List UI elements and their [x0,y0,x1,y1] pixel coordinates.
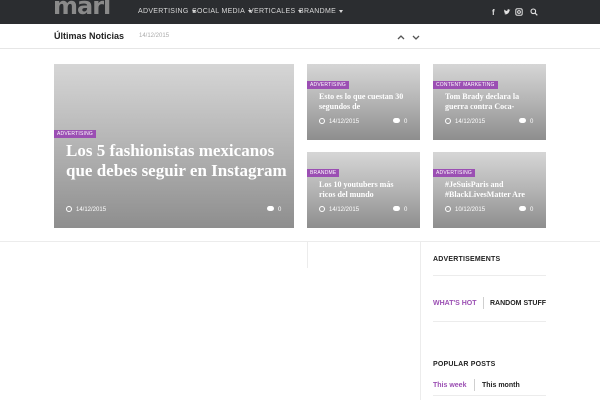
facebook-icon[interactable]: f [492,8,495,17]
clock-icon [319,206,325,212]
widget-divider [433,395,546,396]
post-card[interactable]: ADVERTISING #JeSuisParis and #BlackLives… [433,152,546,228]
comment-icon [393,206,400,211]
category-badge[interactable]: ADVERTISING [54,130,97,138]
instagram-icon[interactable] [515,8,523,18]
tab-separator [474,379,475,391]
section-divider [0,241,600,242]
tab-this-month[interactable]: This month [482,382,520,389]
post-date: 10/12/2015 [445,206,485,213]
category-badge[interactable]: ADVERTISING [307,81,350,89]
site-logo[interactable]: marl [53,0,111,18]
post-date: 14/12/2015 [319,206,359,213]
top-navbar: marl ADVERTISING SOCIAL MEDIA VERTICALES… [0,0,600,24]
tab-random-stuff[interactable]: RANDOM STUFF [490,300,546,307]
twitter-icon[interactable] [503,8,511,18]
widget-divider [433,275,546,276]
chevron-up-icon[interactable] [396,29,406,40]
clock-icon [445,118,451,124]
search-icon[interactable] [530,8,538,18]
widget-divider [433,321,546,322]
chevron-down-icon[interactable] [411,29,421,40]
chevron-down-icon [339,9,344,13]
comment-icon [519,118,526,123]
tab-this-week[interactable]: This week [433,382,466,389]
post-title[interactable]: Tom Brady declara la guerra contra Coca- [445,92,543,112]
comment-icon [393,118,400,123]
advertisements-heading: ADVERTISEMENTS [433,256,501,263]
post-date: 14/12/2015 [445,118,485,125]
nav-item-verticales[interactable]: VERTICALES [249,8,303,15]
category-badge[interactable]: BRANDME [307,169,340,177]
post-card[interactable]: CONTENT MARKETING Tom Brady declara la g… [433,64,546,140]
comment-count[interactable]: 0 [519,118,533,125]
clock-icon [66,206,72,212]
ticker-title: Últimas Noticias [54,31,125,41]
post-title[interactable]: #JeSuisParis and #BlackLivesMatter Are [445,180,543,200]
clock-icon [319,118,325,124]
popular-posts-heading: POPULAR POSTS [433,361,496,368]
nav-item-label: SOCIAL MEDIA [192,8,246,15]
post-title[interactable]: Los 5 fashionistas mexicanos que debes s… [66,141,288,182]
category-badge[interactable]: ADVERTISING [433,169,476,177]
nav-item-social-media[interactable]: SOCIAL MEDIA [192,8,253,15]
ticker-date: 14/12/2015 [139,33,170,39]
nav-item-brandme[interactable]: BRANDME [299,8,344,15]
news-ticker: Últimas Noticias 14/12/2015 [0,24,600,49]
category-badge[interactable]: CONTENT MARKETING [433,81,498,89]
featured-post-card[interactable]: ADVERTISING Los 5 fashionistas mexicanos… [54,64,294,228]
nav-item-label: VERTICALES [249,8,296,15]
comment-count[interactable]: 0 [267,206,281,213]
post-card[interactable]: ADVERTISING Esto es lo que cuestan 30 se… [307,64,420,140]
comment-icon [519,206,526,211]
post-title[interactable]: Esto es lo que cuestan 30 segundos de [319,92,415,112]
post-date: 14/12/2015 [319,118,359,125]
sidebar-divider [420,242,421,400]
nav-item-label: ADVERTISING [138,8,189,15]
comment-count[interactable]: 0 [519,206,533,213]
post-title[interactable]: Los 10 youtubers más ricos del mundo [319,180,409,200]
clock-icon [445,206,451,212]
column-divider [307,242,308,268]
post-card[interactable]: BRANDME Los 10 youtubers más ricos del m… [307,152,420,228]
comment-icon [267,206,274,211]
comment-count[interactable]: 0 [393,206,407,213]
comment-count[interactable]: 0 [393,118,407,125]
tab-separator [483,297,484,309]
tab-whats-hot[interactable]: WHAT'S HOT [433,300,477,307]
post-date: 14/12/2015 [66,206,106,213]
nav-item-label: BRANDME [299,8,337,15]
nav-item-advertising[interactable]: ADVERTISING [138,8,196,15]
